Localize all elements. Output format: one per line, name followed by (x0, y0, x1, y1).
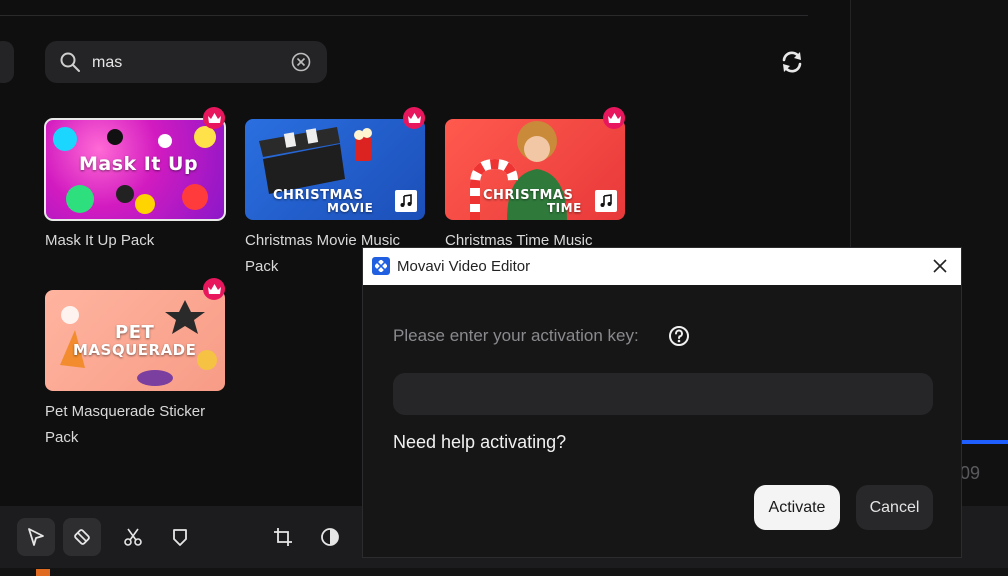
select-icon (28, 528, 44, 546)
cut-tool[interactable] (114, 518, 152, 556)
dialog-titlebar: Movavi Video Editor (363, 248, 961, 285)
help-icon[interactable] (668, 325, 690, 352)
color-tool[interactable] (311, 518, 349, 556)
eraser-tool[interactable] (63, 518, 101, 556)
help-activating-link[interactable]: Need help activating? (393, 432, 566, 453)
refresh-icon[interactable] (778, 48, 806, 81)
cancel-button[interactable]: Cancel (856, 485, 933, 530)
pack-thumbnail[interactable]: CHRISTMAS TIME (445, 119, 625, 220)
pack-card-mask-it-up[interactable]: Mask It Up Mask It Up Pack (44, 118, 226, 254)
activate-button[interactable]: Activate (754, 485, 840, 530)
search-input[interactable]: mas (92, 54, 122, 72)
crown-icon (203, 107, 225, 129)
scissors-icon (124, 528, 142, 546)
pack-name: Mask It Up Pack (45, 232, 155, 249)
crown-icon (603, 107, 625, 129)
top-divider (0, 15, 808, 16)
color-icon (321, 528, 339, 546)
eraser-icon (74, 529, 90, 545)
category-button[interactable] (0, 41, 14, 83)
pack-thumb-title-line2: TIME (547, 201, 582, 215)
crop-tool[interactable] (264, 518, 302, 556)
music-note-icon (395, 190, 417, 212)
activation-prompt: Please enter your activation key: (393, 326, 639, 345)
crown-icon (403, 107, 425, 129)
pack-thumb-title-line1: PET (115, 322, 155, 343)
timecode-fragment: 09 (960, 463, 981, 483)
pack-thumbnail[interactable]: CHRISTMAS MOVIE (245, 119, 425, 220)
search-icon (59, 51, 81, 78)
crown-icon (203, 278, 225, 300)
pack-thumbnail[interactable]: PET MASQUERADE (45, 290, 225, 391)
marker-tool[interactable] (161, 518, 199, 556)
progress-line (962, 440, 1008, 444)
shield-icon (173, 529, 187, 546)
pack-thumb-title-line2: MASQUERADE (73, 341, 197, 359)
crop-icon (274, 528, 292, 546)
music-note-icon (595, 190, 617, 212)
pack-name: Pet Masquerade Sticker Pack (45, 403, 206, 446)
pack-thumb-title-line2: MOVIE (327, 201, 374, 215)
select-tool[interactable] (17, 518, 55, 556)
timeline-ruler[interactable] (0, 568, 1008, 576)
dialog-title: Movavi Video Editor (397, 258, 531, 275)
activation-key-input[interactable] (393, 373, 933, 415)
search-bar[interactable]: mas (45, 41, 327, 83)
clear-icon[interactable] (291, 52, 311, 77)
activation-dialog: Movavi Video Editor Please enter your ac… (362, 247, 962, 558)
close-icon[interactable] (931, 257, 949, 275)
pack-thumb-title: Mask It Up (79, 153, 199, 175)
pack-thumbnail[interactable]: Mask It Up (44, 118, 226, 221)
pack-card-pet-masquerade[interactable]: PET MASQUERADE Pet Masquerade Sticker Pa… (45, 290, 225, 451)
pack-card-christmas-time[interactable]: CHRISTMAS TIME Christmas Time Music (445, 119, 625, 254)
movavi-logo-icon (372, 257, 390, 275)
playhead-marker[interactable] (36, 569, 50, 576)
